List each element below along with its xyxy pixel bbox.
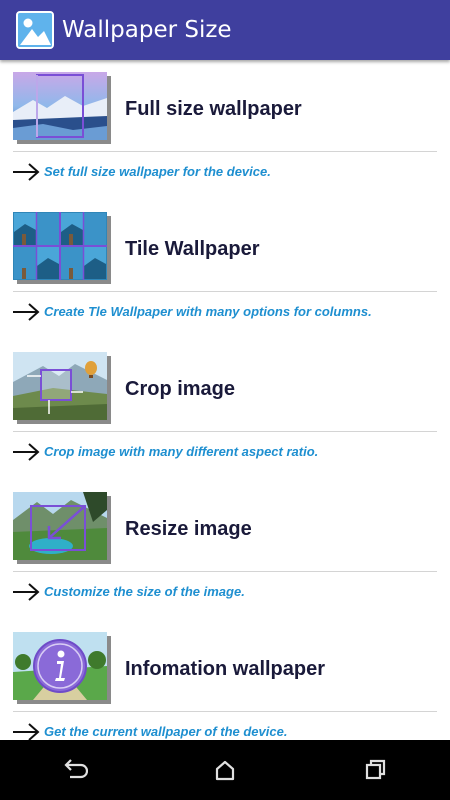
back-button[interactable]	[45, 740, 105, 800]
arrow-right-icon	[13, 163, 40, 181]
arrow-right-icon	[13, 583, 40, 601]
divider	[13, 571, 437, 572]
recents-icon	[365, 759, 386, 780]
resize-image-icon	[13, 492, 111, 564]
item-title: Crop image	[125, 378, 236, 400]
home-button[interactable]	[195, 740, 255, 800]
divider	[13, 151, 437, 152]
menu-item-crop-image[interactable]: Crop image Crop image with many differen…	[0, 340, 450, 480]
menu-item-information-wallpaper[interactable]: Infomation wallpaper Get the current wal…	[0, 620, 450, 740]
item-description: Crop image with many different aspect ra…	[44, 444, 319, 459]
menu-item-resize-image[interactable]: Resize image Customize the size of the i…	[0, 480, 450, 620]
item-title: Tile Wallpaper	[125, 238, 260, 260]
app-title: Wallpaper Size	[62, 17, 232, 43]
item-title: Infomation wallpaper	[125, 658, 326, 680]
tile-wallpaper-icon	[13, 212, 111, 284]
back-icon	[64, 759, 88, 779]
image-app-icon[interactable]	[16, 11, 54, 49]
item-title: Full size wallpaper	[125, 98, 302, 120]
menu-item-tile-wallpaper[interactable]: Tile Wallpaper Create Tle Wallpaper with…	[0, 200, 450, 340]
full-size-wallpaper-icon	[13, 72, 111, 144]
divider	[13, 711, 437, 712]
item-description: Create Tle Wallpaper with many options f…	[44, 304, 372, 319]
recents-button[interactable]	[345, 740, 405, 800]
arrow-right-icon	[13, 303, 40, 321]
item-description: Customize the size of the image.	[44, 584, 245, 599]
item-description: Set full size wallpaper for the device.	[44, 164, 271, 179]
info-wallpaper-icon	[13, 632, 111, 704]
app-bar: Wallpaper Size	[0, 0, 450, 60]
arrow-right-icon	[13, 443, 40, 461]
crop-image-icon	[13, 352, 111, 424]
arrow-right-icon	[13, 723, 40, 740]
menu-item-full-size-wallpaper[interactable]: Full size wallpaper Set full size wallpa…	[0, 60, 450, 200]
item-description: Get the current wallpaper of the device.	[44, 724, 288, 739]
item-title: Resize image	[125, 518, 252, 540]
divider	[13, 431, 437, 432]
system-nav-bar	[0, 740, 450, 800]
menu-list: Full size wallpaper Set full size wallpa…	[0, 60, 450, 740]
divider	[13, 291, 437, 292]
home-icon	[215, 760, 235, 781]
